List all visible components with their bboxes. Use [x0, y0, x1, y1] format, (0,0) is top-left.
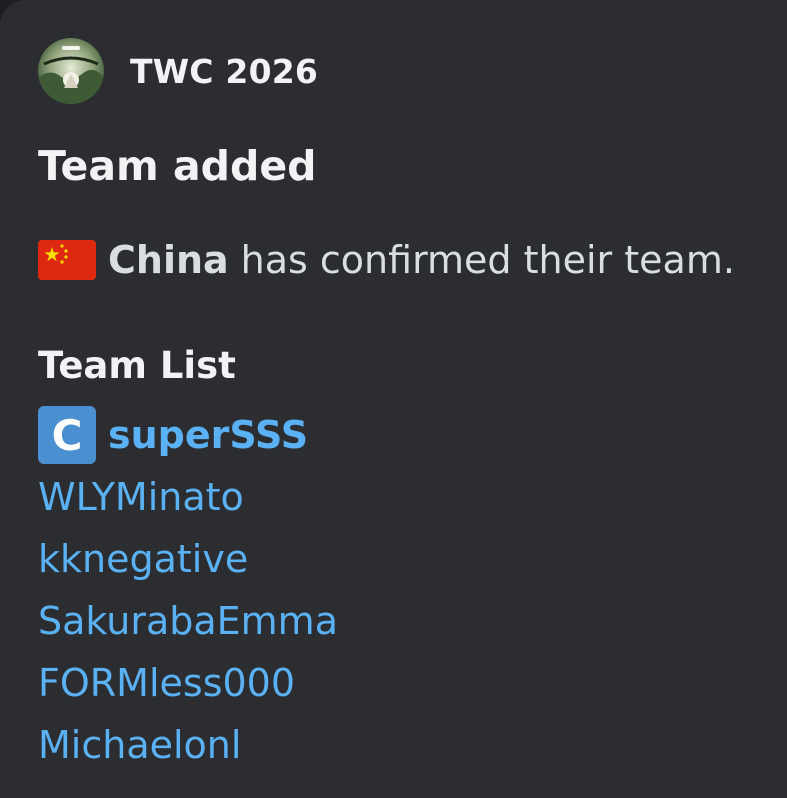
- country-name: China: [108, 238, 229, 282]
- player-link[interactable]: WLYMinato: [38, 475, 244, 519]
- player-link[interactable]: SakurabaEmma: [38, 599, 338, 643]
- embed-author-name[interactable]: TWC 2026: [130, 52, 318, 91]
- player-link[interactable]: Michaelonl: [38, 723, 241, 767]
- player-link-captain[interactable]: superSSS: [108, 413, 308, 457]
- player-link[interactable]: kknegative: [38, 537, 248, 581]
- list-item: kknegative: [38, 528, 338, 590]
- field-title: Team List: [38, 344, 236, 387]
- embed-title: Team added: [38, 142, 317, 190]
- china-flag-icon: [38, 240, 96, 280]
- list-item: FORMless000: [38, 652, 338, 714]
- description-text: has confirmed their team.: [240, 238, 735, 282]
- tournament-logo-icon[interactable]: [38, 38, 104, 104]
- list-item: C superSSS: [38, 404, 338, 466]
- embed-author: TWC 2026: [38, 38, 318, 104]
- captain-badge-icon: C: [38, 406, 96, 464]
- player-link[interactable]: FORMless000: [38, 661, 295, 705]
- embed-description: China has confirmed their team.: [38, 232, 735, 288]
- list-item: SakurabaEmma: [38, 590, 338, 652]
- team-player-list: C superSSS WLYMinato kknegative Sakuraba…: [38, 404, 338, 776]
- list-item: Michaelonl: [38, 714, 338, 776]
- list-item: WLYMinato: [38, 466, 338, 528]
- bot-embed-card: TWC 2026 Team added China has confirmed …: [0, 0, 787, 798]
